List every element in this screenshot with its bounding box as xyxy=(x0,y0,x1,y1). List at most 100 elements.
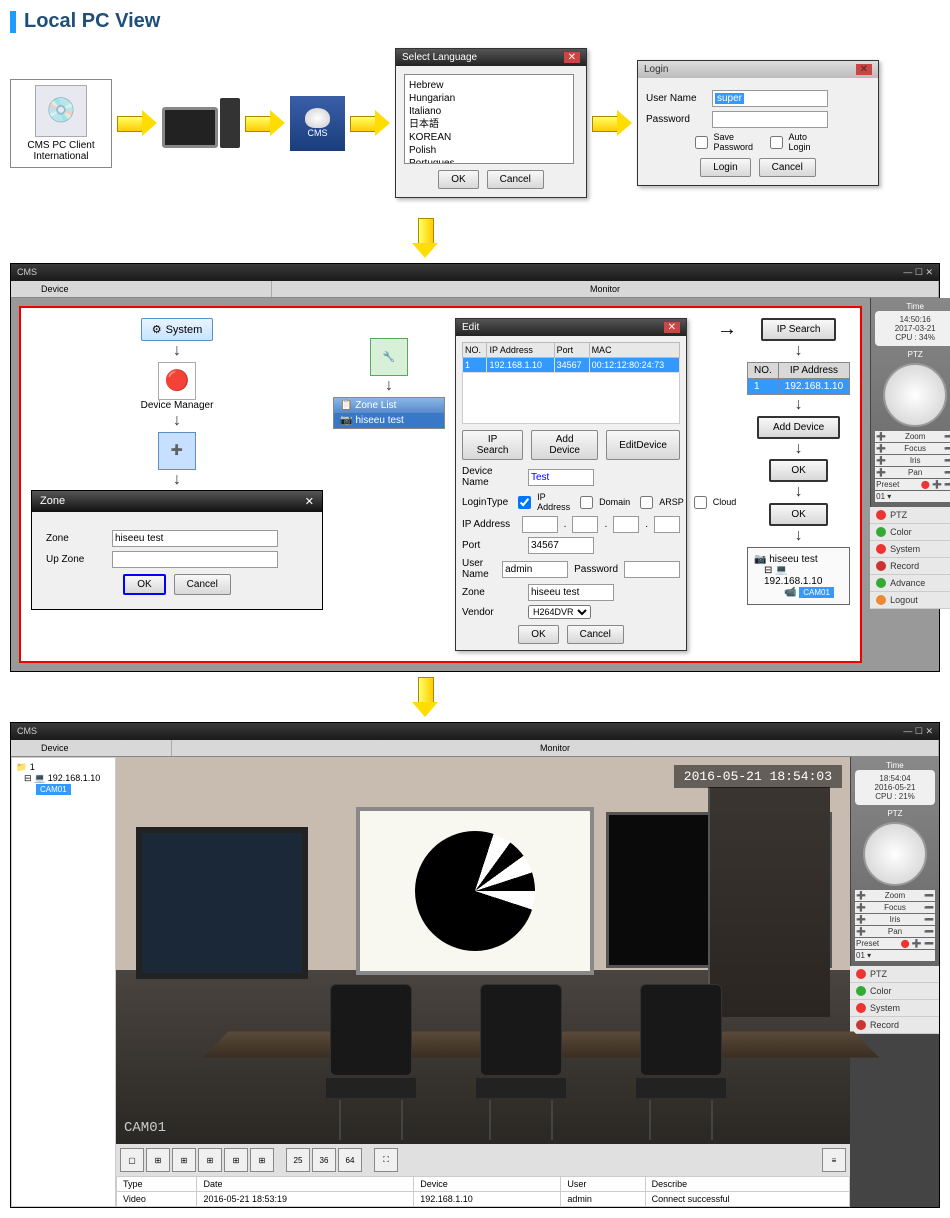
tab-color[interactable]: Color xyxy=(870,524,950,541)
ip-result-table: NO.IP Address 1192.168.1.10 xyxy=(747,362,850,395)
ptz-pad[interactable] xyxy=(883,363,947,427)
ip-search-button[interactable]: IP Search xyxy=(761,318,837,341)
grid-9-icon[interactable]: ⊞ xyxy=(224,1148,248,1172)
grid-64-button[interactable]: 64 xyxy=(338,1148,362,1172)
domain-radio[interactable]: Domain xyxy=(576,493,630,512)
tab-logout[interactable]: Logout xyxy=(870,592,950,609)
auto-login-checkbox[interactable]: Auto Login xyxy=(766,132,826,152)
preset-row[interactable]: Preset⬤ ➕ ➖ xyxy=(875,479,950,490)
login-button[interactable]: Login xyxy=(700,158,750,177)
cloud-radio[interactable]: Cloud xyxy=(690,493,737,512)
pan-control[interactable]: ➕Pan➖ xyxy=(875,467,950,478)
zone-dialog: Zone✕ Zone Up Zone OK Cancel xyxy=(31,490,323,610)
ok-button[interactable]: OK xyxy=(769,459,827,482)
username-input[interactable]: super xyxy=(715,93,744,104)
add-device-button[interactable]: Add Device xyxy=(757,416,840,439)
add-zone-icon[interactable]: ➕ xyxy=(158,432,196,470)
cancel-button[interactable]: Cancel xyxy=(174,574,231,595)
ip-radio[interactable]: IP Address xyxy=(514,492,570,512)
ip-input[interactable] xyxy=(522,516,558,533)
tour-row[interactable]: 01 ▾ xyxy=(875,491,950,502)
tab-system[interactable]: System xyxy=(870,541,950,558)
cms-config-window: CMS— ☐ ✕ DeviceMonitor ⚙System ↓ 🔴 Devic… xyxy=(10,263,940,672)
zone-input[interactable] xyxy=(112,530,278,547)
user-input[interactable] xyxy=(502,561,568,578)
grid-1-icon[interactable]: ▢ xyxy=(120,1148,144,1172)
grid-36-button[interactable]: 36 xyxy=(312,1148,336,1172)
ok-button[interactable]: OK xyxy=(123,574,165,595)
pass-input[interactable] xyxy=(624,561,680,578)
ok-button[interactable]: OK xyxy=(769,503,827,526)
tab-record[interactable]: Record xyxy=(870,558,950,575)
grid-6-icon[interactable]: ⊞ xyxy=(172,1148,196,1172)
grid-4-icon[interactable]: ⊞ xyxy=(146,1148,170,1172)
ip-search-button[interactable]: IP Search xyxy=(462,430,523,460)
focus-control[interactable]: ➕Focus➖ xyxy=(875,443,950,454)
grid-8-icon[interactable]: ⊞ xyxy=(198,1148,222,1172)
grid-16-icon[interactable]: ⊞ xyxy=(250,1148,274,1172)
window-controls[interactable]: — ☐ ✕ xyxy=(903,726,933,737)
close-icon[interactable]: ✕ xyxy=(564,52,580,63)
window-controls[interactable]: — ☐ ✕ xyxy=(903,267,933,278)
tree-cam[interactable]: CAM01 xyxy=(36,784,71,795)
arrow-down-icon xyxy=(410,218,440,258)
port-input[interactable] xyxy=(528,537,594,554)
close-icon[interactable]: ✕ xyxy=(856,64,872,75)
language-listbox[interactable]: HebrewHungarian Italiano日本語 KOREANPolish… xyxy=(404,74,574,164)
add-device-button[interactable]: Add Device xyxy=(531,430,598,460)
device-chip-icon[interactable]: 🔧 xyxy=(370,338,408,376)
monitor-tab[interactable]: Monitor xyxy=(272,281,939,297)
vendor-select[interactable]: H264DVR xyxy=(528,605,591,619)
pan-control[interactable]: ➕Pan➖ xyxy=(855,926,935,937)
devname-input[interactable] xyxy=(528,469,594,486)
test-chart-icon xyxy=(415,831,535,951)
ptz-pad[interactable] xyxy=(863,822,927,886)
zone-list-item[interactable]: 📷hiseeu test xyxy=(334,413,444,428)
ok-button[interactable]: OK xyxy=(518,625,558,644)
fullscreen-icon[interactable]: ⛶ xyxy=(374,1148,398,1172)
cms-shortcut-icon[interactable]: CMS xyxy=(290,96,345,151)
grid-25-button[interactable]: 25 xyxy=(286,1148,310,1172)
cancel-button[interactable]: Cancel xyxy=(759,158,816,177)
zoom-control[interactable]: ➕Zoom➖ xyxy=(855,890,935,901)
cancel-button[interactable]: Cancel xyxy=(567,625,624,644)
monitor-tab[interactable]: Monitor xyxy=(172,740,939,756)
device-tab[interactable]: Device xyxy=(11,281,272,297)
tab-system[interactable]: System xyxy=(850,1000,939,1017)
collapse-icon[interactable]: ≡ xyxy=(822,1148,846,1172)
video-view[interactable]: 2016-05-21 18:54:03 CAM01 xyxy=(116,757,850,1144)
password-input[interactable] xyxy=(712,111,828,128)
system-button[interactable]: ⚙System xyxy=(141,318,214,341)
table-row[interactable]: 1192.168.1.10 xyxy=(748,378,850,394)
port-label: Port xyxy=(462,540,522,551)
ok-button[interactable]: OK xyxy=(438,170,478,189)
close-icon[interactable]: ✕ xyxy=(664,322,680,333)
tab-color[interactable]: Color xyxy=(850,983,939,1000)
logintype-label: LoginType xyxy=(462,497,508,508)
tab-ptz[interactable]: PTZ xyxy=(870,507,950,524)
vendor-label: Vendor xyxy=(462,607,522,618)
focus-control[interactable]: ➕Focus➖ xyxy=(855,902,935,913)
device-tab[interactable]: Device xyxy=(11,740,172,756)
save-password-checkbox[interactable]: Save Password xyxy=(691,132,751,152)
table-row[interactable]: 1192.168.1.103456700:12:12:80:24:73 xyxy=(463,358,680,373)
table-row[interactable]: Video2016-05-21 18:53:19192.168.1.10admi… xyxy=(117,1192,850,1207)
close-icon[interactable]: ✕ xyxy=(305,495,314,508)
iris-control[interactable]: ➕Iris➖ xyxy=(855,914,935,925)
iris-control[interactable]: ➕Iris➖ xyxy=(875,455,950,466)
zoom-control[interactable]: ➕Zoom➖ xyxy=(875,431,950,442)
cancel-button[interactable]: Cancel xyxy=(487,170,544,189)
arsp-radio[interactable]: ARSP xyxy=(636,493,684,512)
tab-record[interactable]: Record xyxy=(850,1017,939,1034)
cam-tag[interactable]: CAM01 xyxy=(799,587,834,598)
tour-row[interactable]: 01 ▾ xyxy=(855,950,935,961)
zone-input[interactable] xyxy=(528,584,614,601)
devname-label: Device Name xyxy=(462,466,522,488)
upzone-input[interactable] xyxy=(112,551,278,568)
device-manager-icon[interactable]: 🔴 xyxy=(158,362,196,400)
preset-row[interactable]: Preset⬤ ➕ ➖ xyxy=(855,938,935,949)
tab-ptz[interactable]: PTZ xyxy=(850,966,939,983)
tree-ip[interactable]: 192.168.1.10 xyxy=(48,773,101,783)
edit-device-button[interactable]: EditDevice xyxy=(606,430,680,460)
tab-advance[interactable]: Advance xyxy=(870,575,950,592)
